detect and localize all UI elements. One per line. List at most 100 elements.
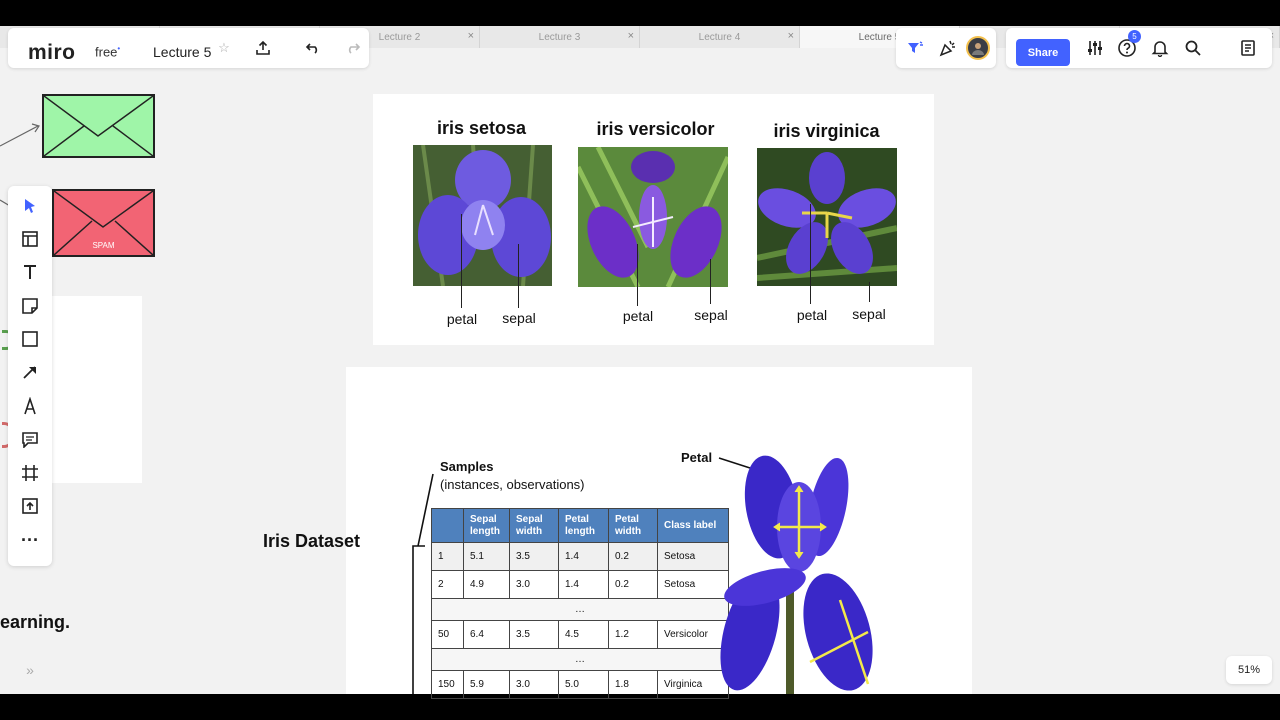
table-row: 2 4.9 3.0 1.4 0.2 Setosa [431,570,729,599]
petal-label: petal [446,311,478,327]
table-body: 1 5.1 3.5 1.4 0.2 Setosa 2 4.9 3.0 1.4 0.2 Setosa… 5… [431,542,729,699]
column-header: Petal width [608,508,658,543]
zoom-level[interactable]: 51% [1226,656,1272,684]
table-cell: 3.5 [509,542,559,571]
spam-envelope[interactable]: SPAM [52,189,155,257]
frame-icon[interactable] [8,459,52,487]
expand-panel-icon[interactable]: » [8,656,52,684]
petal-pointer-line [810,204,811,304]
table-cell: 1.8 [608,670,658,699]
partial-heading-text[interactable]: earning. [0,612,70,633]
plan-badge[interactable]: free• [95,44,120,59]
table-row: … [431,598,729,621]
arrow-connector[interactable] [0,112,44,152]
table-row: 150 5.9 3.0 5.0 1.8 Virginica [431,670,729,699]
sepal-label: sepal [694,307,728,323]
redo-icon[interactable] [343,38,363,58]
table-row: 1 5.1 3.5 1.4 0.2 Setosa [431,542,729,571]
iris-species-frame[interactable]: iris setosa iris versicolor iris virgini… [373,94,934,345]
table-cell: 6.4 [463,620,510,649]
sepal-pointer-line [710,259,711,304]
miro-app: { "tabs":[ {"label":"Boards","closable":… [0,0,1280,720]
table-cell: 3.0 [509,570,559,599]
iris-versicolor-photo [578,147,728,287]
table-cell: 1 [431,542,464,571]
table-row: 50 6.4 3.5 4.5 1.2 Versicolor [431,620,729,649]
table-cell: 4.5 [558,620,609,649]
settings-sliders-icon[interactable] [1085,38,1105,58]
table-cell: 2 [431,570,464,599]
history-controls [295,28,369,68]
iris-setosa-photo [413,145,552,286]
iris-virginica-photo [757,148,897,286]
pen-icon[interactable] [8,392,52,420]
bell-icon[interactable] [1150,38,1170,58]
column-header: Sepal length [463,508,510,543]
miro-logo[interactable]: miro [28,41,76,65]
table-row: … [431,648,729,671]
samples-sublabel: (instances, observations) [440,477,585,492]
templates-icon[interactable] [8,225,52,253]
table-cell: 4.9 [463,570,510,599]
table-cell: 0.2 [608,542,658,571]
plan-dot: • [117,44,121,53]
upload-icon[interactable] [8,492,52,520]
table-cell: 5.9 [463,670,510,699]
table-cell: 5.1 [463,542,510,571]
share-button[interactable]: Share [1016,39,1070,66]
plan-label: free [95,44,118,60]
table-cell: 3.0 [509,670,559,699]
star-icon[interactable]: ☆ [216,40,232,56]
species-title: iris virginica [773,121,880,141]
species-title: iris versicolor [596,119,715,139]
table-header-row: Sepal length Sepal width Petal length Pe… [431,508,729,543]
text-tool-icon[interactable] [8,258,52,286]
search-icon[interactable] [1183,38,1203,58]
column-header: Sepal width [509,508,559,543]
iris-data-table[interactable]: Sepal length Sepal width Petal length Pe… [431,508,729,699]
select-tool-icon[interactable] [8,192,52,220]
table-cell: 1.4 [558,570,609,599]
notes-panel-icon[interactable] [1238,38,1258,58]
celebrate-icon[interactable] [938,38,958,58]
filter-reactions-icon[interactable] [906,39,924,57]
shape-icon[interactable] [8,325,52,353]
petal-label: petal [796,307,828,323]
sepal-label: sepal [852,306,886,322]
table-cell: 1.4 [558,542,609,571]
more-tools-icon[interactable]: ··· [8,526,52,554]
connection-line-icon[interactable] [8,358,52,386]
collaboration-panel [896,28,996,68]
table-cell: 1.2 [608,620,658,649]
notification-count-badge: 5 [1128,30,1141,43]
table-cell: 0.2 [608,570,658,599]
sepal-pointer-line [869,282,870,302]
table-cell: 150 [431,670,464,699]
table-cell: 3.5 [509,620,559,649]
board-name[interactable]: Lecture 5 [153,44,211,60]
spam-label: SPAM [92,241,115,250]
left-toolbar: ··· [8,186,52,566]
table-cell: 50 [431,620,464,649]
column-header [431,508,464,543]
top-bar: miro free• Lecture 5 ☆ 5 [0,22,1280,76]
export-icon[interactable] [253,38,273,58]
sticky-note-icon[interactable] [8,292,52,320]
samples-label: Samples [440,459,494,474]
ellipsis-row-cell: … [431,648,729,671]
user-avatar[interactable] [966,36,990,60]
iris-petal-sepal-diagram [700,452,880,694]
dataset-title[interactable]: Iris Dataset [263,531,360,552]
petal-pointer-line [461,214,462,308]
sepal-label: sepal [502,310,536,326]
undo-icon[interactable] [303,38,323,58]
ellipsis-row-cell: … [431,598,729,621]
comment-icon[interactable] [8,426,52,454]
column-header: Petal length [558,508,609,543]
petal-pointer-line [637,244,638,306]
ham-envelope[interactable] [42,94,155,158]
table-cell: 5.0 [558,670,609,699]
sticky-frame-partial[interactable] [2,296,142,483]
species-title: iris setosa [436,118,527,138]
sepal-pointer-line [518,244,519,308]
